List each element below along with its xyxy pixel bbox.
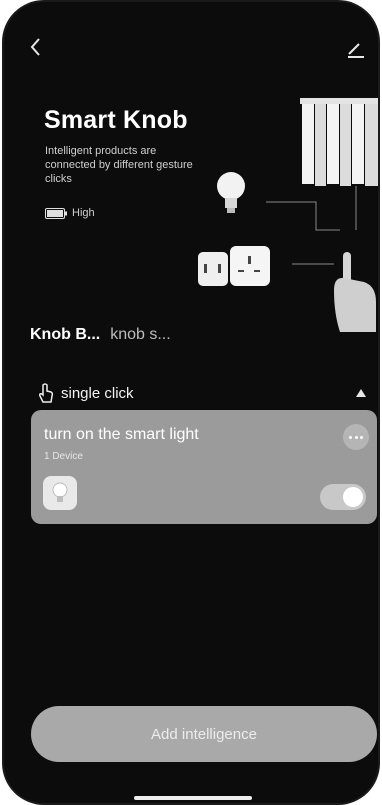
tab-knob-s[interactable]: knob s... <box>110 326 170 344</box>
phone-screen: Smart Knob Intelligent products are conn… <box>4 2 378 803</box>
more-dot <box>354 436 358 439</box>
bulb-icon <box>52 482 68 502</box>
scene-toggle[interactable] <box>320 484 366 510</box>
connector-lines <box>266 186 357 265</box>
add-intelligence-button[interactable]: Add intelligence <box>31 706 377 762</box>
knob-tabs: Knob B... knob s... <box>30 326 171 344</box>
device-illustration <box>198 98 378 332</box>
single-click-section-header[interactable]: single click <box>37 380 373 406</box>
section-title: single click <box>61 384 134 402</box>
triangle-up-icon[interactable] <box>355 388 367 398</box>
home-indicator <box>134 796 252 800</box>
scene-card[interactable]: turn on the smart light 1 Device <box>31 410 377 524</box>
socket-illustration <box>198 246 270 286</box>
hand-illustration <box>334 252 376 332</box>
bulb-illustration <box>217 172 245 213</box>
tab-knob-b[interactable]: Knob B... <box>30 326 100 344</box>
more-options-button[interactable] <box>343 424 369 450</box>
more-dots-icon <box>349 436 352 439</box>
scene-title: turn on the smart light <box>44 426 199 443</box>
curtain-illustration <box>300 98 378 186</box>
scene-device-count: 1 Device <box>44 451 83 462</box>
device-thumbnail <box>43 476 77 510</box>
more-dot <box>360 436 363 439</box>
toggle-knob <box>343 487 363 507</box>
hand-tap-icon <box>39 383 54 403</box>
